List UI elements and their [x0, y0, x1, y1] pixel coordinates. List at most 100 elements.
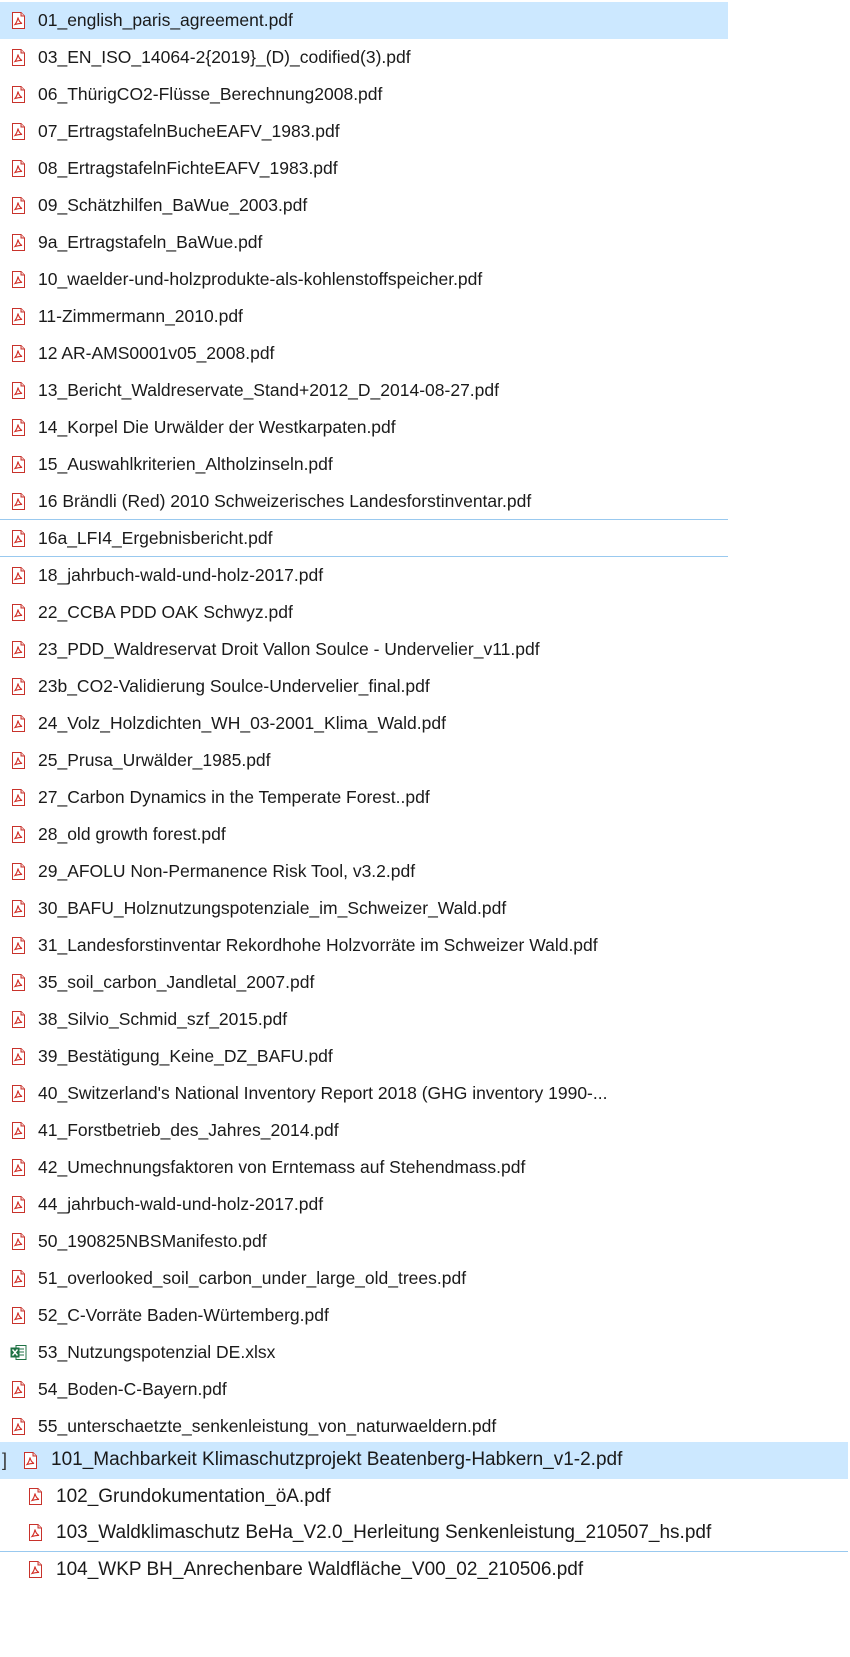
pdf-icon	[10, 1381, 27, 1398]
file-row[interactable]: 23_PDD_Waldreservat Droit Vallon Soulce …	[0, 631, 728, 668]
pdf-icon	[10, 1307, 27, 1324]
pdf-icon	[10, 1159, 27, 1176]
file-row[interactable]: 39_Bestätigung_Keine_DZ_BAFU.pdf	[0, 1038, 728, 1075]
file-row[interactable]: 24_Volz_Holzdichten_WH_03-2001_Klima_Wal…	[0, 705, 728, 742]
pdf-icon	[10, 1085, 27, 1102]
pdf-icon	[10, 752, 27, 769]
file-row[interactable]: 40_Switzerland's National Inventory Repo…	[0, 1075, 728, 1112]
pdf-icon	[10, 382, 27, 399]
pdf-icon	[10, 271, 27, 288]
pdf-icon	[10, 715, 27, 732]
file-row[interactable]: 102_Grundokumentation_öA.pdf	[0, 1479, 848, 1516]
file-name: 102_Grundokumentation_öA.pdf	[56, 1485, 331, 1507]
pdf-icon	[10, 900, 27, 917]
file-name: 11-Zimmermann_2010.pdf	[38, 306, 243, 326]
file-row[interactable]: 27_Carbon Dynamics in the Temperate Fore…	[0, 779, 728, 816]
file-name: 03_EN_ISO_14064-2{2019}_(D)_codified(3).…	[38, 47, 411, 67]
file-row[interactable]: 15_Auswahlkriterien_Altholzinseln.pdf	[0, 446, 728, 483]
file-list-second: ] 101_Machbarkeit Klimaschutzprojekt Beat…	[0, 1442, 850, 1588]
file-name: 09_Schätzhilfen_BaWue_2003.pdf	[38, 195, 308, 215]
file-row[interactable]: 09_Schätzhilfen_BaWue_2003.pdf	[0, 187, 728, 224]
pdf-icon	[10, 1418, 27, 1435]
file-row[interactable]: 07_ErtragstafelnBucheEAFV_1983.pdf	[0, 113, 728, 150]
xlsx-icon	[10, 1344, 27, 1361]
file-row[interactable]: 44_jahrbuch-wald-und-holz-2017.pdf	[0, 1186, 728, 1223]
file-name: 01_english_paris_agreement.pdf	[38, 10, 293, 30]
file-row[interactable]: 13_Bericht_Waldreservate_Stand+2012_D_20…	[0, 372, 728, 409]
pdf-icon	[10, 308, 27, 325]
file-row[interactable]: 41_Forstbetrieb_des_Jahres_2014.pdf	[0, 1112, 728, 1149]
file-row[interactable]: 51_overlooked_soil_carbon_under_large_ol…	[0, 1260, 728, 1297]
file-name: 51_overlooked_soil_carbon_under_large_ol…	[38, 1268, 467, 1288]
file-row[interactable]: 53_Nutzungspotenzial DE.xlsx	[0, 1334, 728, 1371]
file-row[interactable]: 12 AR-AMS0001v05_2008.pdf	[0, 335, 728, 372]
file-name: 24_Volz_Holzdichten_WH_03-2001_Klima_Wal…	[38, 713, 446, 733]
file-row[interactable]: 16 Brändli (Red) 2010 Schweizerisches La…	[0, 483, 728, 520]
pdf-icon	[10, 974, 27, 991]
file-name: 53_Nutzungspotenzial DE.xlsx	[38, 1342, 276, 1362]
file-name: 42_Umechnungsfaktoren von Erntemass auf …	[38, 1157, 526, 1177]
file-name: 41_Forstbetrieb_des_Jahres_2014.pdf	[38, 1120, 339, 1140]
file-row[interactable]: 9a_Ertragstafeln_BaWue.pdf	[0, 224, 728, 261]
file-list: 01_english_paris_agreement.pdf 03_EN_ISO_…	[0, 2, 850, 1445]
file-name: 23_PDD_Waldreservat Droit Vallon Soulce …	[38, 639, 540, 659]
file-row[interactable]: 08_ErtragstafelnFichteEAFV_1983.pdf	[0, 150, 728, 187]
file-row[interactable]: 104_WKP BH_Anrechenbare Waldfläche_V00_0…	[0, 1552, 848, 1589]
pdf-icon	[10, 492, 27, 510]
file-name: 16a_LFI4_Ergebnisbericht.pdf	[38, 527, 273, 548]
pdf-icon	[10, 789, 27, 806]
file-row[interactable]: 29_AFOLU Non-Permanence Risk Tool, v3.2.…	[0, 853, 728, 890]
pdf-icon	[10, 678, 27, 695]
file-name: 25_Prusa_Urwälder_1985.pdf	[38, 750, 271, 770]
file-row[interactable]: 38_Silvio_Schmid_szf_2015.pdf	[0, 1001, 728, 1038]
file-row[interactable]: 35_soil_carbon_Jandletal_2007.pdf	[0, 964, 728, 1001]
file-name: 23b_CO2-Validierung Soulce-Undervelier_f…	[38, 676, 430, 696]
file-name: 35_soil_carbon_Jandletal_2007.pdf	[38, 972, 315, 992]
file-row[interactable]: 28_old growth forest.pdf	[0, 816, 728, 853]
file-name: 27_Carbon Dynamics in the Temperate Fore…	[38, 787, 430, 807]
file-row[interactable]: ] 101_Machbarkeit Klimaschutzprojekt Beat…	[0, 1442, 848, 1479]
file-name: 06_ThürigCO2-Flüsse_Berechnung2008.pdf	[38, 84, 383, 104]
file-name: 52_C-Vorräte Baden-Würtemberg.pdf	[38, 1305, 329, 1325]
file-name: 55_unterschaetzte_senkenleistung_von_nat…	[38, 1416, 497, 1436]
file-name: 103_Waldklimaschutz BeHa_V2.0_Herleitung…	[56, 1521, 712, 1543]
file-name: 22_CCBA PDD OAK Schwyz.pdf	[38, 602, 293, 622]
file-name: 16 Brändli (Red) 2010 Schweizerisches La…	[38, 490, 532, 511]
file-row[interactable]: 11-Zimmermann_2010.pdf	[0, 298, 728, 335]
pdf-icon	[10, 12, 27, 29]
file-row[interactable]: 42_Umechnungsfaktoren von Erntemass auf …	[0, 1149, 728, 1186]
file-row[interactable]: 06_ThürigCO2-Flüsse_Berechnung2008.pdf	[0, 76, 728, 113]
file-row[interactable]: 54_Boden-C-Bayern.pdf	[0, 1371, 728, 1408]
pdf-icon	[10, 234, 27, 251]
file-row[interactable]: 25_Prusa_Urwälder_1985.pdf	[0, 742, 728, 779]
file-row[interactable]: 30_BAFU_Holznutzungspotenziale_im_Schwei…	[0, 890, 728, 927]
file-row[interactable]: 50_190825NBSManifesto.pdf	[0, 1223, 728, 1260]
file-row[interactable]: 16a_LFI4_Ergebnisbericht.pdf	[0, 520, 728, 557]
pdf-icon	[10, 567, 27, 584]
file-row[interactable]: 14_Korpel Die Urwälder der Westkarpaten.…	[0, 409, 728, 446]
file-row[interactable]: 10_waelder-und-holzprodukte-als-kohlenst…	[0, 261, 728, 298]
pdf-icon	[22, 1451, 39, 1469]
file-row[interactable]: 23b_CO2-Validierung Soulce-Undervelier_f…	[0, 668, 728, 705]
file-name: 08_ErtragstafelnFichteEAFV_1983.pdf	[38, 158, 338, 178]
file-row[interactable]: 52_C-Vorräte Baden-Würtemberg.pdf	[0, 1297, 728, 1334]
file-row[interactable]: 01_english_paris_agreement.pdf	[0, 2, 728, 39]
file-row[interactable]: 55_unterschaetzte_senkenleistung_von_nat…	[0, 1408, 728, 1445]
pdf-icon	[10, 604, 27, 621]
pdf-icon	[10, 1233, 27, 1250]
pdf-icon	[10, 937, 27, 954]
pdf-icon	[10, 345, 27, 362]
file-row[interactable]: 03_EN_ISO_14064-2{2019}_(D)_codified(3).…	[0, 39, 728, 76]
file-name: 104_WKP BH_Anrechenbare Waldfläche_V00_0…	[56, 1558, 584, 1580]
file-name: 44_jahrbuch-wald-und-holz-2017.pdf	[38, 1194, 324, 1214]
file-name: 14_Korpel Die Urwälder der Westkarpaten.…	[38, 417, 396, 437]
file-name: 30_BAFU_Holznutzungspotenziale_im_Schwei…	[38, 898, 507, 918]
file-name: 54_Boden-C-Bayern.pdf	[38, 1379, 227, 1399]
file-row[interactable]: 103_Waldklimaschutz BeHa_V2.0_Herleitung…	[0, 1515, 848, 1552]
file-name: 12 AR-AMS0001v05_2008.pdf	[38, 343, 275, 363]
file-row[interactable]: 22_CCBA PDD OAK Schwyz.pdf	[0, 594, 728, 631]
pdf-icon	[27, 1488, 44, 1506]
file-row[interactable]: 31_Landesforstinventar Rekordhohe Holzvo…	[0, 927, 728, 964]
file-row[interactable]: 18_jahrbuch-wald-und-holz-2017.pdf	[0, 557, 728, 594]
file-name: 50_190825NBSManifesto.pdf	[38, 1231, 267, 1251]
